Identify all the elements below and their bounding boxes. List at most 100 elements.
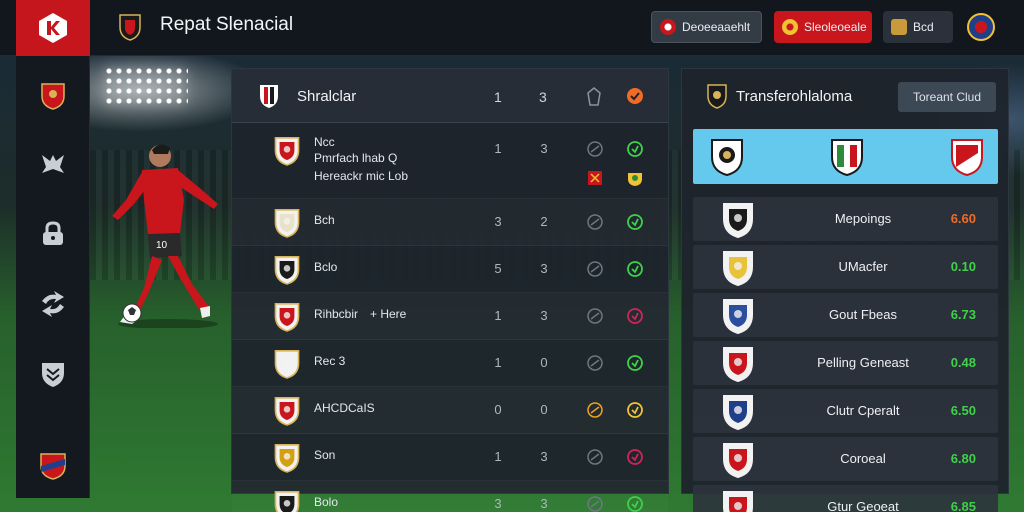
club-crest-icon [41, 83, 65, 110]
team-name: AHCDCaIS [314, 401, 375, 415]
top-button-1-label: Deoeeaaehlt [682, 20, 751, 34]
result-icon [627, 214, 643, 230]
transfer-row[interactable]: UMacfer 0.10 [693, 245, 998, 289]
team-name: Ncc [314, 135, 335, 149]
club-crest-icon [831, 139, 863, 177]
transfer-row[interactable]: Gtur Geoeat 6.85 [693, 485, 998, 512]
sidebar-item-club[interactable] [37, 80, 69, 112]
app-logo[interactable] [16, 0, 90, 56]
transfer-club-name: Clutr Cperalt [826, 403, 900, 418]
sidebar-item-tactics[interactable] [37, 148, 69, 180]
standings-row[interactable]: Bch 3 2 [232, 199, 668, 246]
club-crest-icon [721, 201, 755, 239]
form-circle-icon [587, 141, 603, 157]
result-icon [627, 308, 643, 324]
sidebar-item-transfers[interactable] [37, 288, 69, 320]
club-crest-icon [273, 442, 301, 474]
team-name: Bclo [314, 260, 338, 274]
profile-badge-button[interactable] [965, 11, 997, 43]
transfer-icon [42, 291, 64, 317]
standings-row[interactable]: Ncc Pmrfach lhab Q Hereackr mic Lob 1 3 [232, 125, 668, 199]
top-bar: Repat Slenacial Deoeeaaehlt Sleoleoeale … [0, 0, 1024, 56]
transfer-row[interactable]: Gout Fbeas 6.73 [693, 293, 998, 337]
trophy-icon [891, 19, 907, 35]
club-crest-icon [273, 348, 301, 380]
club-crest-icon [951, 139, 983, 177]
club-crest-icon [273, 135, 301, 167]
stat-col-1: 0 [494, 402, 502, 417]
team-name: Son [314, 448, 336, 462]
team-status: Hereackr mic Lob [314, 169, 409, 183]
league-badge-icon [967, 13, 995, 41]
form-circle-icon [587, 496, 603, 512]
sidebar-item-lock[interactable] [37, 218, 69, 250]
top-button-2-label: Sleoleoeale [804, 20, 867, 34]
top-button-3[interactable]: Bcd [883, 11, 953, 43]
stat-col-2: 3 [540, 449, 548, 464]
player-figure: 10 [112, 144, 218, 328]
transfer-row[interactable]: Mepoings 6.60 [693, 197, 998, 241]
standings-row[interactable]: Bolo 3 3 [232, 481, 668, 512]
transfer-club-name: Coroeal [840, 451, 886, 466]
club-crest-icon [273, 395, 301, 427]
team-name: Rec 3 [314, 354, 346, 368]
transfer-club-name: Gtur Geoeat [827, 499, 899, 512]
stat-col-1: 1 [494, 449, 502, 464]
sidebar-item-shield[interactable] [37, 358, 69, 390]
stat-col-2: 3 [540, 496, 548, 511]
transfer-fee: 0.10 [950, 259, 976, 274]
club-badge-icon [628, 173, 642, 186]
stat-col-2: 0 [540, 402, 548, 417]
standings-panel: Shralclar 1 3 Ncc Pmrfach lhab Q Hereackr … [231, 68, 669, 512]
team-name: Bolo [314, 495, 339, 509]
transfer-club-name: Mepoings [834, 211, 892, 226]
stat-col-2: 3 [540, 308, 548, 323]
standings-row[interactable]: Bclo 5 3 [232, 246, 668, 293]
top-button-3-label: Bcd [913, 20, 934, 34]
stat-col-1: 5 [494, 261, 502, 276]
standings-row[interactable]: AHCDCaIS 0 0 [232, 387, 668, 434]
tactics-icon [42, 155, 64, 173]
stat-col-2: 3 [540, 141, 548, 156]
transfer-row[interactable]: Clutr Cperalt 6.50 [693, 389, 998, 433]
transfer-club-name: Gout Fbeas [829, 307, 897, 322]
club-crest-icon [119, 14, 141, 41]
transfer-fee: 6.50 [950, 403, 976, 418]
form-icon [627, 88, 643, 104]
transfer-fee: 0.48 [950, 355, 976, 370]
transfer-club-button[interactable]: Toreant Clud [898, 82, 996, 112]
club-crest-icon [721, 297, 755, 335]
club-crest-icon [721, 489, 755, 512]
featured-transfer-row[interactable] [693, 129, 998, 184]
club-badge-icon [588, 171, 602, 185]
club-crest-icon [273, 254, 301, 286]
result-icon [627, 449, 643, 465]
form-circle-icon [587, 355, 603, 371]
form-circle-icon [587, 214, 603, 230]
transfer-panel: Transferohlaloma Toreant Clud Mepoings 6.… [681, 68, 1009, 512]
club-badge-icon [660, 19, 676, 35]
club-crest-icon [711, 139, 743, 177]
standings-header: Shralclar 1 3 [232, 69, 668, 123]
club-crest-icon [260, 85, 278, 108]
app-logo-icon [39, 13, 67, 43]
top-button-1[interactable]: Deoeeaaehlt [651, 11, 762, 43]
top-button-2[interactable]: Sleoleoeale [774, 11, 872, 43]
transfer-title: Transferohlaloma [736, 88, 853, 105]
transfer-row[interactable]: Pelling Geneast 0.48 [693, 341, 998, 385]
team-subname: Pmrfach lhab Q [314, 151, 398, 165]
transfer-row[interactable]: Coroeal 6.80 [693, 437, 998, 481]
standings-row[interactable]: Rec 3 1 0 [232, 340, 668, 387]
club-crest-icon [707, 84, 727, 109]
sidebar-item-league[interactable] [37, 450, 69, 482]
transfer-fee: 6.60 [950, 211, 976, 226]
standings-row[interactable]: Rihbcbir + Here 1 3 [232, 293, 668, 340]
stat-col-2: 2 [540, 214, 548, 229]
standings-row[interactable]: Son 1 3 [232, 434, 668, 481]
result-icon [627, 355, 643, 371]
club-crest-icon [721, 393, 755, 431]
transfer-fee: 6.80 [950, 451, 976, 466]
shield-icon [42, 363, 64, 387]
club-crest-icon [273, 489, 301, 512]
header-col-2: 3 [539, 89, 547, 105]
